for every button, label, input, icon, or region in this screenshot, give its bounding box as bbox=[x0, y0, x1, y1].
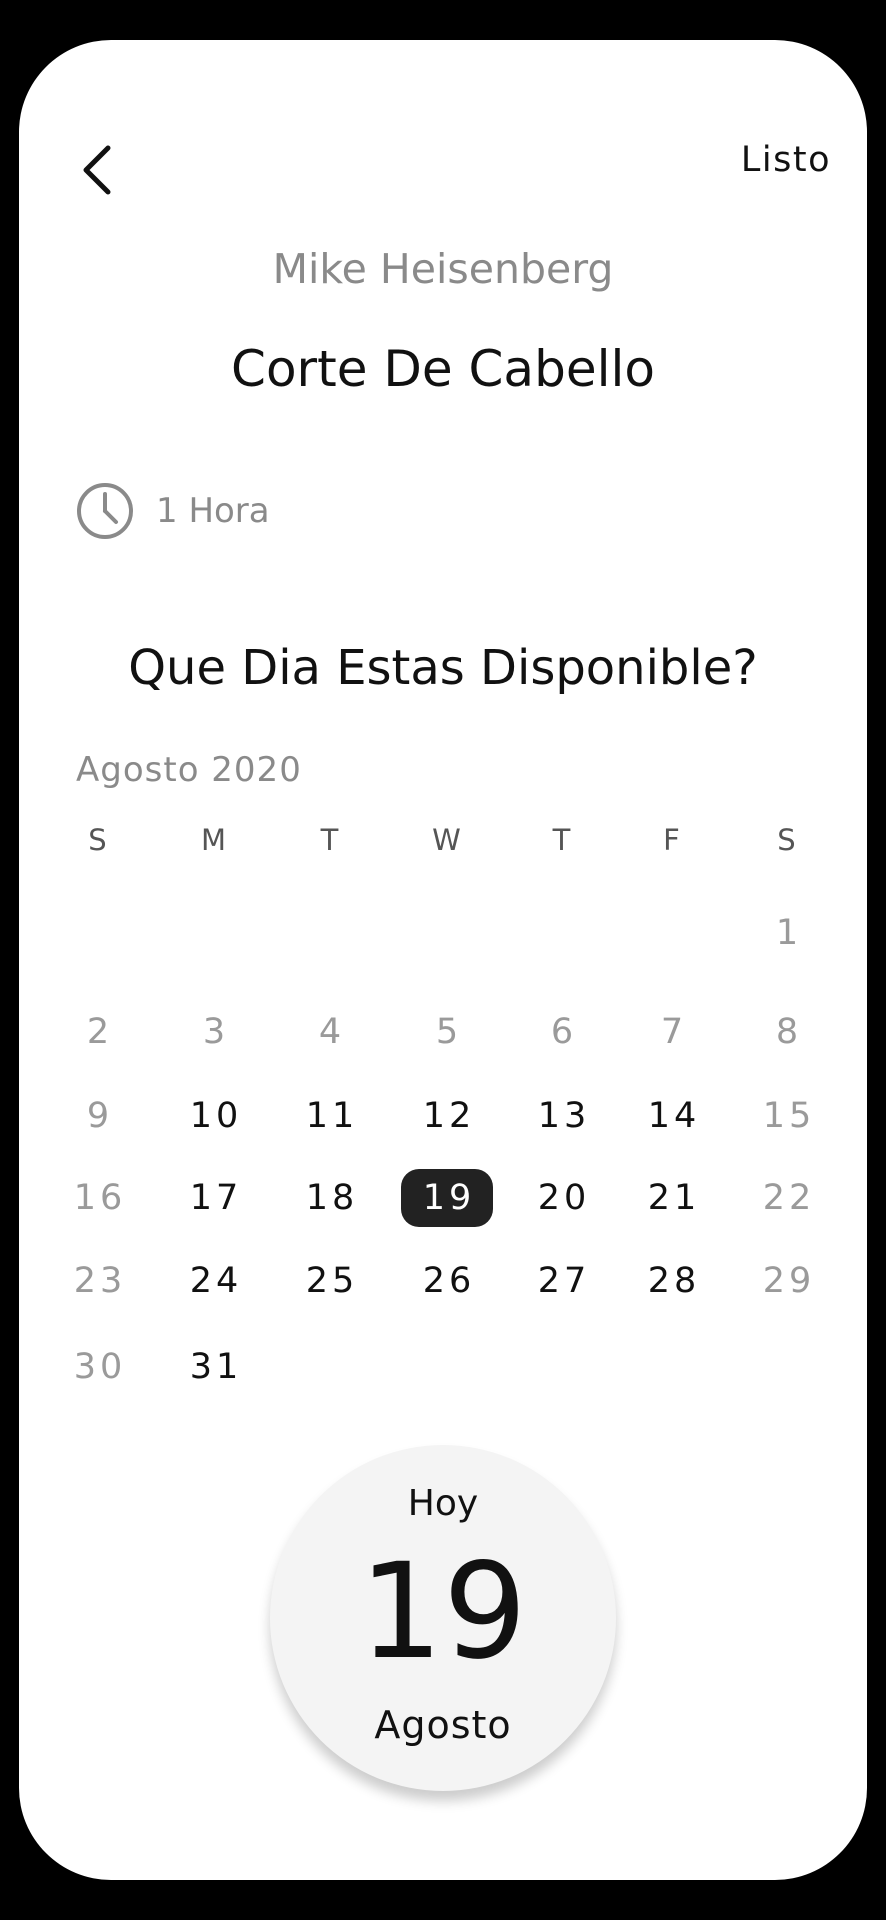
calendar-day: 30 bbox=[73, 1347, 127, 1387]
calendar-day: 29 bbox=[762, 1261, 816, 1301]
weekday-header: T bbox=[552, 823, 572, 857]
weekday-header: F bbox=[663, 823, 681, 857]
calendar-day: 2 bbox=[86, 1012, 114, 1052]
today-month: Agosto bbox=[374, 1703, 512, 1747]
calendar-day: 5 bbox=[435, 1012, 463, 1052]
calendar-day: 8 bbox=[775, 1012, 803, 1052]
calendar-day: 6 bbox=[550, 1012, 578, 1052]
weekday-header: S bbox=[88, 823, 108, 857]
calendar-day[interactable]: 27 bbox=[514, 1251, 610, 1311]
calendar-day[interactable]: 14 bbox=[624, 1086, 720, 1146]
calendar-day[interactable]: 25 bbox=[282, 1251, 378, 1311]
today-day-number: 19 bbox=[359, 1535, 527, 1689]
calendar-day: 22 bbox=[762, 1178, 816, 1218]
calendar-day: 7 bbox=[660, 1012, 688, 1052]
weekday-header: T bbox=[320, 823, 340, 857]
phone-frame: Listo Mike Heisenberg Corte De Cabello 1… bbox=[0, 0, 886, 1920]
weekday-header: S bbox=[777, 823, 797, 857]
calendar-day[interactable]: 17 bbox=[166, 1168, 262, 1228]
calendar-day: 23 bbox=[73, 1261, 127, 1301]
calendar-day[interactable]: 31 bbox=[166, 1337, 262, 1397]
calendar-day[interactable]: 10 bbox=[166, 1086, 262, 1146]
weekday-header: W bbox=[432, 823, 462, 857]
calendar-day[interactable]: 13 bbox=[514, 1086, 610, 1146]
calendar-day[interactable]: 11 bbox=[282, 1086, 378, 1146]
calendar-grid: S M T W T F S 1 2 3 4 5 6 7 8 9 10 11 12 13 14 15 16 17 18 19 20 21… bbox=[19, 40, 867, 1460]
calendar-day[interactable]: 20 bbox=[514, 1168, 610, 1228]
app-screen: Listo Mike Heisenberg Corte De Cabello 1… bbox=[19, 40, 867, 1880]
calendar-day: 16 bbox=[73, 1178, 127, 1218]
today-label: Hoy bbox=[407, 1483, 479, 1524]
calendar-day[interactable]: 28 bbox=[624, 1251, 720, 1311]
calendar-day[interactable]: 18 bbox=[282, 1168, 378, 1228]
calendar-day: 4 bbox=[318, 1012, 346, 1052]
today-button[interactable]: Hoy 19 Agosto bbox=[270, 1445, 616, 1791]
calendar-day: 1 bbox=[775, 913, 803, 953]
calendar-day[interactable]: 24 bbox=[166, 1251, 262, 1311]
weekday-header: M bbox=[200, 823, 228, 857]
calendar-day[interactable]: 21 bbox=[624, 1168, 720, 1228]
calendar-day: 9 bbox=[86, 1096, 114, 1136]
calendar-day: 3 bbox=[202, 1012, 230, 1052]
calendar-day[interactable]: 12 bbox=[399, 1086, 495, 1146]
calendar-day[interactable]: 26 bbox=[399, 1251, 495, 1311]
calendar-day-selected[interactable]: 19 bbox=[401, 1169, 493, 1227]
calendar-day: 15 bbox=[762, 1096, 816, 1136]
